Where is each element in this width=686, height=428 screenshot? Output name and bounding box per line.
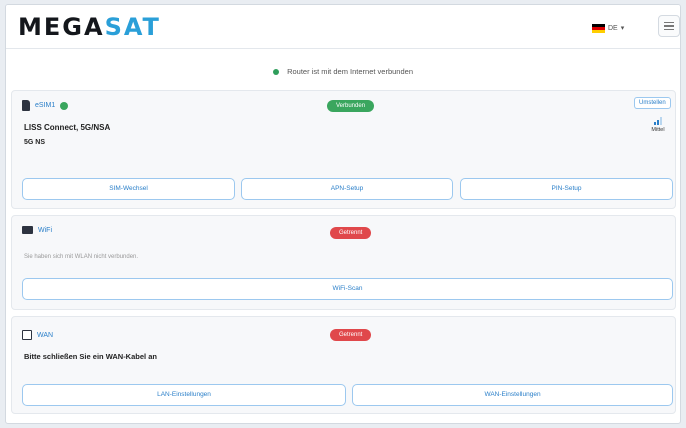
signal-label: Mittel	[651, 127, 665, 133]
german-flag-icon	[592, 23, 605, 33]
lan-settings-button[interactable]: LAN-Einstellungen	[22, 384, 346, 406]
wifi-note: Sie haben sich mit WLAN nicht verbunden.	[24, 254, 139, 260]
app-window: MEGASAT DE ▾ Router ist mit dem Internet…	[5, 4, 681, 424]
signal-bars-icon	[646, 117, 670, 125]
ethernet-port-icon	[22, 330, 32, 340]
wifi-router-icon	[22, 226, 33, 234]
apn-setup-button[interactable]: APN-Setup	[241, 178, 453, 200]
language-code: DE	[608, 24, 618, 32]
sim-card-panel: eSIM1 Verbunden Umstellen LISS Connect, …	[11, 90, 676, 209]
status-dot-icon	[273, 69, 279, 76]
status-badge: Verbunden	[327, 100, 375, 112]
sim-switch-button[interactable]: SIM-Wechsel	[22, 178, 235, 200]
connection-status: Router ist mit dem Internet verbunden	[6, 67, 680, 76]
menu-button[interactable]	[658, 15, 680, 37]
signal-strength: Mittel	[646, 117, 670, 133]
status-badge: Getrennt	[330, 329, 372, 341]
top-bar: MEGASAT DE ▾	[6, 5, 680, 49]
switch-sim-button[interactable]: Umstellen	[634, 97, 671, 109]
check-circle-icon	[60, 101, 69, 110]
sim-card-icon	[22, 100, 30, 111]
sim-name[interactable]: eSIM1	[35, 102, 55, 109]
megasat-logo: MEGASAT	[18, 13, 161, 41]
language-selector[interactable]: DE ▾	[592, 21, 624, 35]
network-type: 5G NS	[24, 139, 46, 146]
wan-title: WAN	[22, 330, 53, 340]
wifi-title: WiFi	[22, 226, 52, 234]
wan-message: Bitte schließen Sie ein WAN-Kabel an	[24, 352, 157, 361]
pin-setup-button[interactable]: PIN-Setup	[460, 178, 673, 200]
wan-settings-button[interactable]: WAN-Einstellungen	[352, 384, 673, 406]
wifi-panel: WiFi Getrennt Sie haben sich mit WLAN ni…	[11, 215, 676, 310]
wifi-scan-button[interactable]: WiFi-Scan	[22, 278, 673, 300]
wan-panel: WAN Getrennt Bitte schließen Sie ein WAN…	[11, 316, 676, 414]
status-badge: Getrennt	[330, 227, 372, 239]
chevron-down-icon: ▾	[620, 25, 625, 32]
connection-status-text: Router ist mit dem Internet verbunden	[287, 67, 413, 76]
sim-card-title: eSIM1	[22, 100, 69, 111]
hamburger-icon	[664, 21, 674, 24]
provider-info: LISS Connect, 5G/NSA	[24, 123, 111, 132]
